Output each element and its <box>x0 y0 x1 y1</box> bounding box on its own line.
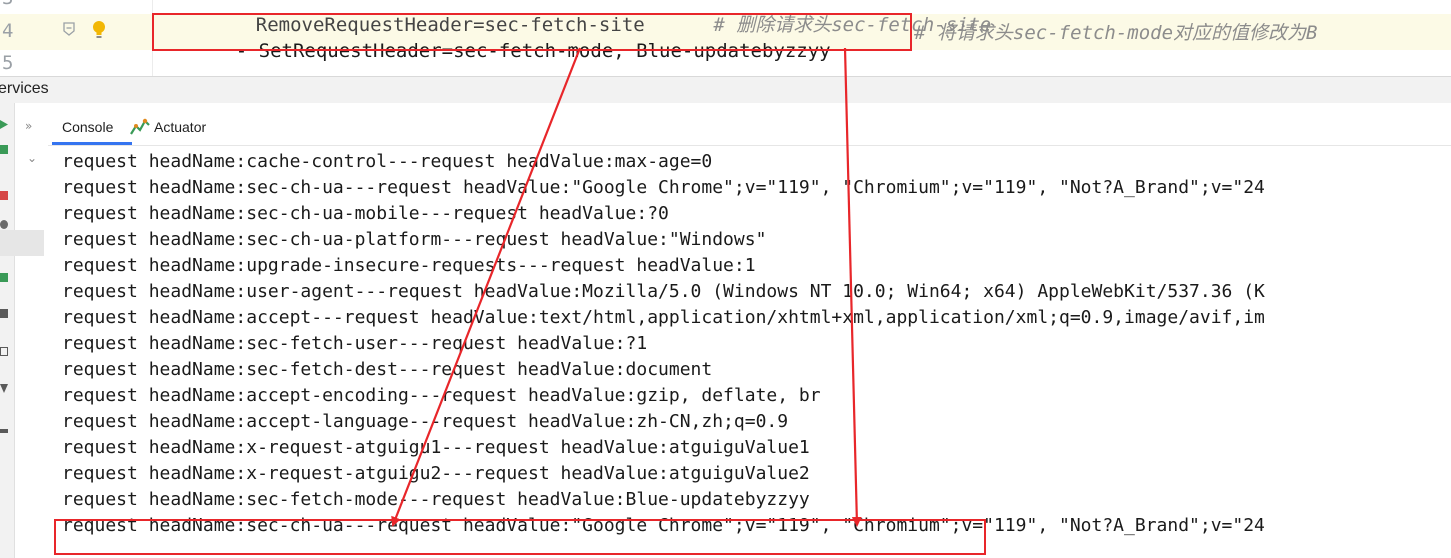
services-toolbar <box>0 103 14 558</box>
log-line: request headName:sec-fetch-mode---reques… <box>62 489 810 510</box>
line-number: 4 <box>2 20 14 42</box>
log-line: request headName:accept-language---reque… <box>62 411 789 432</box>
log-line: request headName:sec-ch-ua---request hea… <box>62 177 1265 198</box>
log-line: request headName:sec-ch-ua-mobile---requ… <box>62 203 669 224</box>
log-line: request headName:sec-fetch-dest---reques… <box>62 359 713 380</box>
services-tabs: Console Actuator <box>48 103 1451 146</box>
tab-console[interactable]: Console <box>62 103 113 145</box>
layout-icon[interactable] <box>0 347 8 356</box>
chevron-down-icon[interactable]: ⌄ <box>27 151 37 165</box>
tab-label: Console <box>62 119 114 135</box>
actuator-icon <box>130 118 150 135</box>
log-line: request headName:sec-fetch-user---reques… <box>62 333 648 354</box>
services-header: ervices <box>0 76 1451 104</box>
group-icon[interactable] <box>0 429 8 433</box>
log-line: request headName:x-request-atguigu2---re… <box>62 463 810 484</box>
annotation-box-output <box>54 519 986 555</box>
log-line: request headName:cache-control---request… <box>62 151 713 172</box>
filter-icon[interactable] <box>0 384 8 393</box>
services-tree[interactable]: » ⌄ <box>15 103 48 558</box>
debug-icon[interactable] <box>0 273 8 282</box>
log-line: request headName:accept-encoding---reque… <box>62 385 821 406</box>
refresh-icon[interactable] <box>0 220 8 229</box>
settings-icon[interactable] <box>0 309 8 318</box>
selected-service-row[interactable] <box>0 230 44 256</box>
lightbulb-icon[interactable] <box>92 20 106 40</box>
fold-icon[interactable] <box>62 22 76 36</box>
log-line: request headName:upgrade-insecure-reques… <box>62 255 756 276</box>
tab-actuator[interactable]: Actuator <box>130 103 207 145</box>
log-line: request headName:user-agent---request he… <box>62 281 1265 302</box>
stop-icon[interactable] <box>0 191 8 200</box>
line-number: 3 <box>2 0 22 9</box>
active-tab-indicator <box>52 142 132 145</box>
tab-label: Actuator <box>154 119 207 135</box>
chevron-right-icon[interactable]: » <box>25 119 32 133</box>
rerun-icon[interactable] <box>0 145 8 154</box>
line-number: 5 <box>2 52 14 74</box>
log-line: request headName:x-request-atguigu1---re… <box>62 437 810 458</box>
log-line: request headName:accept---request headVa… <box>62 307 1265 328</box>
console-output[interactable]: request headName:cache-control---request… <box>48 146 1451 558</box>
services-title: ervices <box>0 80 49 97</box>
annotation-box-config <box>152 13 912 51</box>
code-comment: # 将请求头sec-fetch-mode对应的值修改为B <box>914 22 1318 44</box>
run-icon[interactable] <box>0 120 8 129</box>
log-line: request headName:sec-ch-ua-platform---re… <box>62 229 767 250</box>
